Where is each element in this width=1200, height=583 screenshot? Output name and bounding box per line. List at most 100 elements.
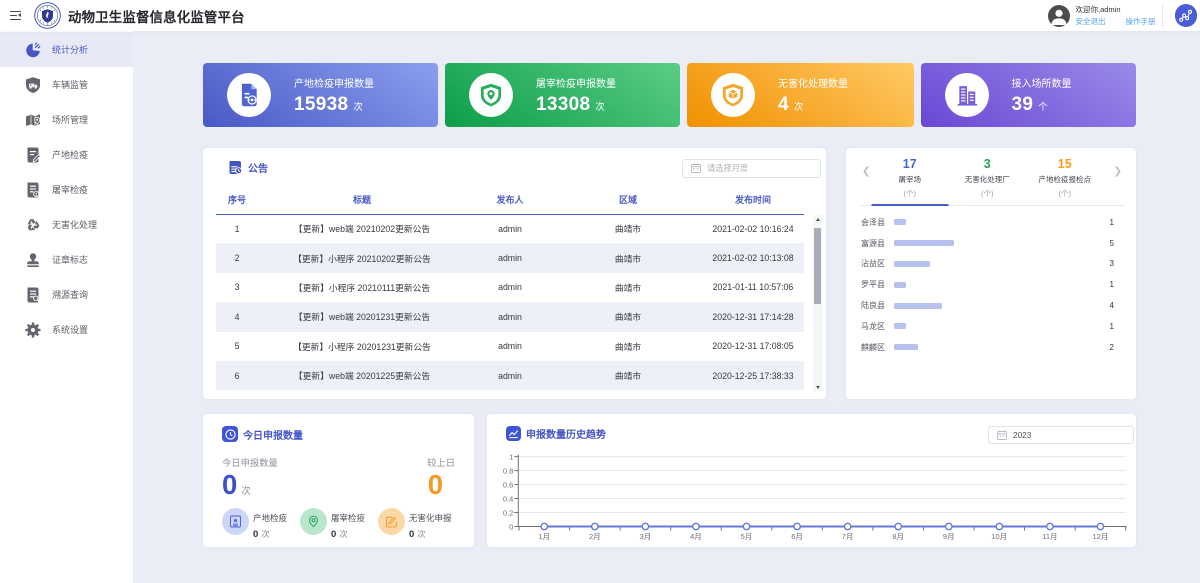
svg-text:0.4: 0.4 — [502, 494, 512, 503]
share-nodes-button[interactable] — [1175, 4, 1198, 27]
tab-harmless-plant[interactable]: 3 无害化处理厂 (个) — [949, 158, 1027, 199]
svg-text:4月: 4月 — [690, 532, 702, 541]
month-picker-input[interactable]: 请选择月度 — [682, 159, 821, 178]
tab-origin-checkpoint[interactable]: 15 产地检疫报检点 (个) — [1026, 158, 1104, 199]
announcement-row[interactable]: 6【更新】web端 20201225更新公告admin曲靖市2020-12-25… — [216, 361, 804, 390]
bar-track — [894, 240, 1096, 246]
user-avatar[interactable] — [1048, 5, 1070, 27]
bar-track — [894, 282, 1096, 288]
announcement-row[interactable]: 5【更新】小程序 20201231更新公告admin曲靖市2020-12-31 … — [216, 332, 804, 361]
table-scrollbar[interactable] — [813, 215, 822, 391]
document-pen-icon — [24, 146, 42, 164]
bar-track — [894, 344, 1096, 350]
tab-value: 15 — [1026, 158, 1104, 171]
stat-card-harmless-treatment: 无害化处理数量 4 次 — [687, 63, 914, 127]
announcement-row[interactable]: 4【更新】web端 20201231更新公告admin曲靖市2020-12-31… — [216, 302, 804, 331]
trend-chart-card: 申报数量历史趋势 2023 00.20.40.60.811月2月3月4月5月6月… — [487, 414, 1137, 547]
clock-icon — [222, 426, 238, 442]
column-header-time[interactable]: 发布时间 — [702, 186, 804, 214]
location-pin-icon — [300, 508, 327, 535]
today-total-unit: 次 — [241, 483, 251, 497]
sidebar-item-places[interactable]: 场所管理 — [0, 102, 133, 137]
announcement-cell: 【更新】web端 20201231更新公告 — [258, 302, 466, 331]
announcement-cell: 曲靖市 — [554, 273, 702, 302]
buildings-icon — [954, 82, 980, 108]
today-declarations-card: 今日申报数量 今日申报数量 较上日 0 次 0 — [203, 414, 474, 547]
svg-text:1月: 1月 — [538, 532, 550, 541]
announcement-row[interactable]: 3【更新】小程序 20210111更新公告admin曲靖市2021-01-11 … — [216, 273, 804, 302]
document-badge-icon — [24, 181, 42, 199]
announcement-row[interactable]: 1【更新】web端 20210202更新公告admin曲靖市2021-02-02… — [216, 214, 804, 243]
tab-label: 屠宰场 — [871, 174, 949, 185]
svg-text:0.6: 0.6 — [502, 480, 512, 489]
sidebar-item-vehicles[interactable]: 车辆监管 — [0, 67, 133, 102]
year-picker-input[interactable]: 2023 — [988, 426, 1134, 444]
announcements-title: 公告 — [248, 160, 268, 175]
announcements-card: 公告 请选择月度 序号 标题 — [203, 148, 826, 399]
bar-value: 3 — [1104, 259, 1114, 268]
scroll-down-icon[interactable] — [813, 383, 822, 391]
stamp-icon — [24, 251, 42, 269]
sidebar-item-label: 证章标志 — [52, 253, 88, 266]
svg-text:11月: 11月 — [1042, 532, 1057, 541]
place-bar-row: 会泽县1 — [846, 212, 1136, 233]
bar-value: 1 — [1104, 280, 1114, 289]
place-bar-row: 沾益区3 — [846, 254, 1136, 275]
carousel-prev-icon[interactable]: ❮ — [862, 166, 870, 177]
manual-link[interactable]: 操作手册 — [1126, 18, 1156, 26]
stat-label: 无害化处理数量 — [778, 80, 848, 90]
sidebar-item-statistics[interactable]: 统计分析 — [0, 32, 133, 67]
bar-label: 马龙区 — [861, 321, 894, 332]
announcement-cell: 2021-02-02 10:16:24 — [702, 214, 804, 243]
scroll-up-icon[interactable] — [813, 215, 822, 223]
sidebar-item-trace-query[interactable]: 溯源查询 — [0, 277, 133, 312]
svg-text:10月: 10月 — [991, 532, 1007, 541]
carousel-next-icon[interactable]: ❯ — [1114, 166, 1122, 177]
announcement-cell: 3 — [216, 273, 258, 302]
column-header-index[interactable]: 序号 — [216, 186, 258, 214]
app-logo — [34, 2, 61, 29]
tab-label: 产地检疫报检点 — [1026, 174, 1104, 185]
logout-link[interactable]: 安全退出 — [1076, 18, 1106, 26]
vehicle-shield-icon — [24, 76, 42, 94]
top-bar: 动物卫生监督信息化监管平台 欢迎你,admin 安全退出 操作手册 — [0, 0, 1200, 31]
announcement-cell: 【更新】小程序 20201231更新公告 — [258, 332, 466, 361]
sidebar-item-settings[interactable]: 系统设置 — [0, 312, 133, 347]
announcement-cell: 【更新】web端 20210202更新公告 — [258, 214, 466, 243]
bar-fill — [894, 344, 918, 350]
shield-pin-icon — [478, 82, 504, 108]
stat-unit: 次 — [353, 99, 363, 113]
column-header-publisher[interactable]: 发布人 — [466, 186, 554, 214]
svg-text:8月: 8月 — [892, 532, 904, 541]
announcement-cell: 【更新】小程序 20210202更新公告 — [258, 243, 466, 272]
bar-fill — [894, 303, 942, 309]
column-header-title[interactable]: 标题 — [258, 186, 466, 214]
sidebar-item-label: 车辆监管 — [52, 78, 88, 91]
announcements-table: 序号 标题 发布人 区域 发布时间 1【更新】web端 20210202更新公告… — [216, 186, 813, 390]
column-header-area[interactable]: 区域 — [554, 186, 702, 214]
today-item-label: 屠宰检疫 — [331, 512, 365, 524]
table-header-row: 序号 标题 发布人 区域 发布时间 — [216, 186, 804, 214]
sidebar-item-certificates[interactable]: 证章标志 — [0, 242, 133, 277]
announcement-cell: 2020-12-25 17:38:33 — [702, 361, 804, 390]
sidebar-item-slaughter-quarantine[interactable]: 屠宰检疫 — [0, 172, 133, 207]
announcement-cell: 曲靖市 — [554, 243, 702, 272]
stat-icon-circle — [469, 73, 513, 117]
sidebar-item-harmless-treatment[interactable]: 无害化处理 — [0, 207, 133, 242]
scrollbar-thumb[interactable] — [814, 228, 821, 304]
bar-track — [894, 219, 1096, 225]
bar-track — [894, 303, 1096, 309]
tab-slaughterhouse[interactable]: 17 屠宰场 (个) — [871, 158, 949, 199]
tab-value: 3 — [949, 158, 1027, 171]
sidebar-item-label: 无害化处理 — [52, 218, 97, 231]
announcement-row[interactable]: 2【更新】小程序 20210202更新公告admin曲靖市2021-02-02 … — [216, 243, 804, 272]
place-bar-row: 罗平县1 — [846, 274, 1136, 295]
bar-value: 5 — [1104, 239, 1114, 248]
pie-chart-icon — [24, 41, 42, 59]
share-nodes-icon — [1179, 9, 1192, 22]
stat-card-origin-quarantine: 产地检疫申报数量 15938 次 — [203, 63, 438, 127]
announcement-cell: 2 — [216, 243, 258, 272]
announcement-cell: 2021-02-02 10:13:08 — [702, 243, 804, 272]
collapse-menu-icon[interactable] — [10, 11, 21, 20]
sidebar-item-origin-quarantine[interactable]: 产地检疫 — [0, 137, 133, 172]
